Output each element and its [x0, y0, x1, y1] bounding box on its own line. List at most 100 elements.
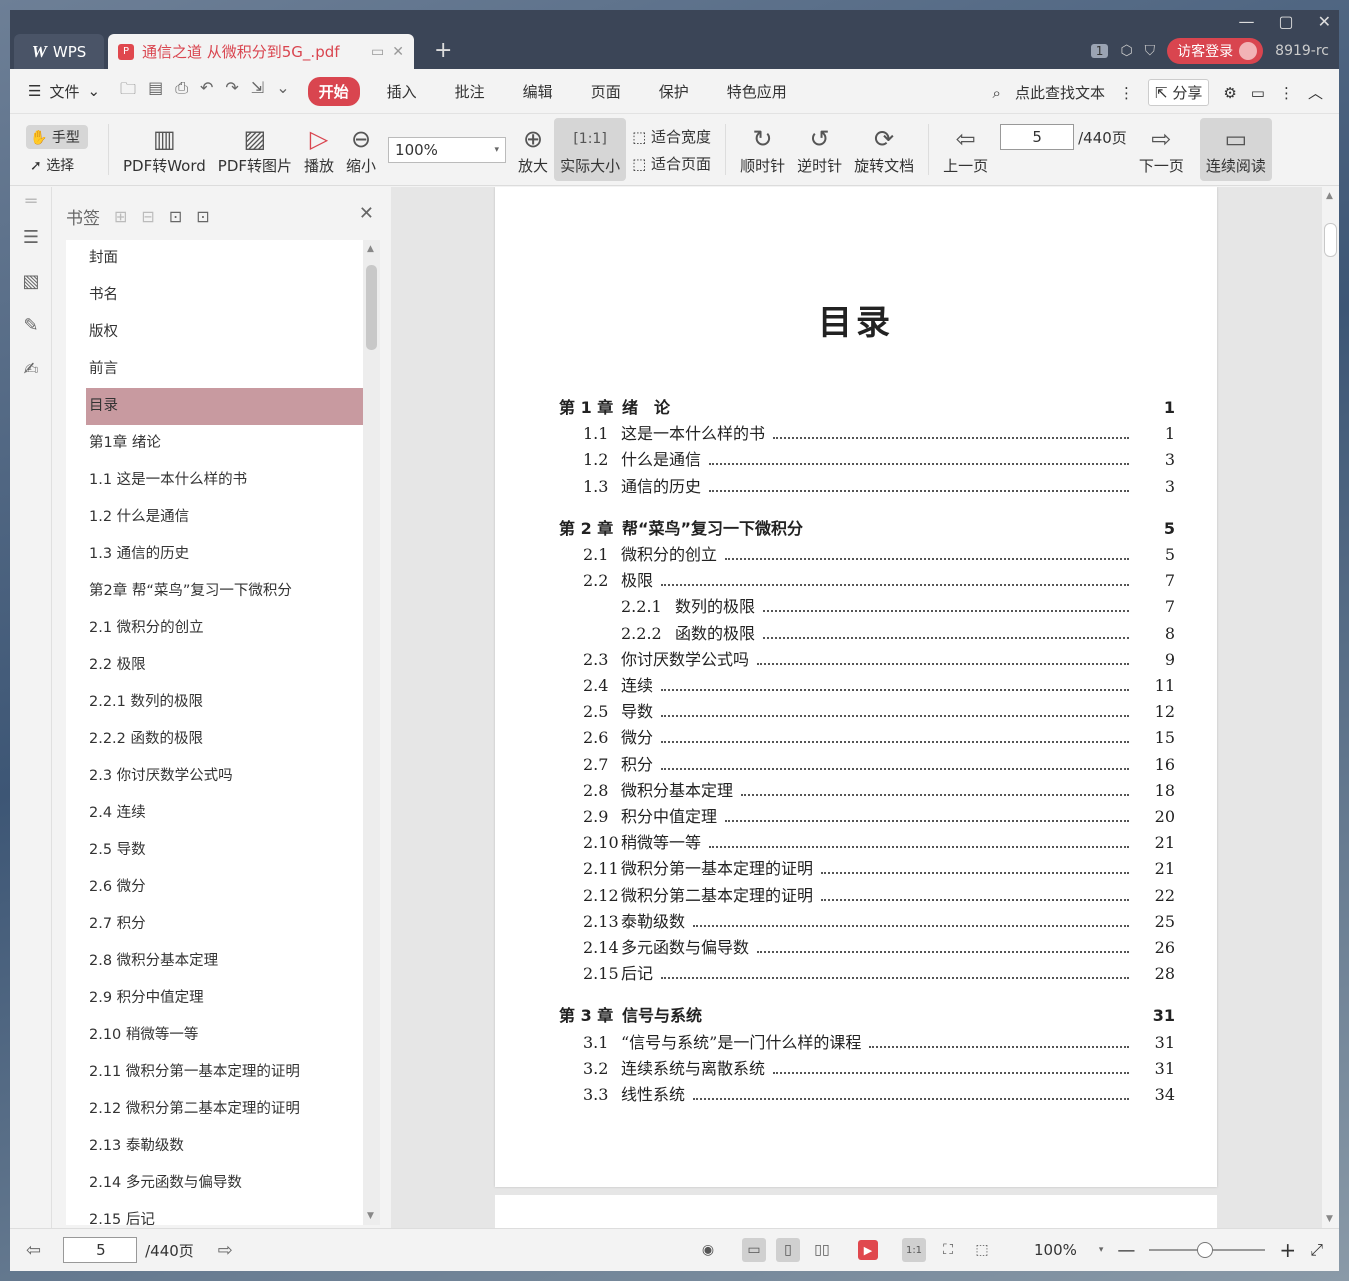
single-page-icon[interactable]: ▯ — [776, 1238, 800, 1262]
bookmark-scrollbar[interactable]: ▲ ▼ — [363, 240, 380, 1225]
file-menu[interactable]: ☰ 文件 ⌄ — [28, 81, 100, 102]
print-icon[interactable]: ⎙ — [175, 78, 188, 105]
annotation-icon[interactable]: ✎ — [10, 303, 52, 347]
bookmark-item[interactable]: 2.5 导数 — [66, 832, 363, 869]
toc-section-row[interactable]: 2.7 积分 16 — [559, 751, 1175, 777]
toc-section-row[interactable]: 2.1 微积分的创立 5 — [559, 541, 1175, 567]
scroll-up-icon[interactable]: ▲ — [1326, 191, 1333, 201]
bookmark-list-icon[interactable]: ☰ — [10, 215, 52, 259]
previous-page-button[interactable]: ⇦ 上一页 — [937, 114, 994, 185]
bookmark-item[interactable]: 第1章 绪论 — [66, 425, 363, 462]
bookmark-item[interactable]: 封面 — [66, 240, 363, 277]
toc-section-row[interactable]: 3.3 线性系统 34 — [559, 1081, 1175, 1107]
settings-gear-icon[interactable]: ⚙ — [1223, 84, 1236, 102]
bookmark-item[interactable]: 2.11 微积分第一基本定理的证明 — [66, 1054, 363, 1091]
actual-size-button[interactable]: [1:1] 实际大小 — [554, 118, 627, 181]
bookmark-scroll-thumb[interactable] — [366, 265, 377, 350]
toc-section-row[interactable]: 2.8 微积分基本定理 18 — [559, 777, 1175, 803]
eye-protection-icon[interactable]: ◉ — [696, 1238, 720, 1262]
toc-section-row[interactable]: 3.1 “信号与系统”是一门什么样的课程 31 — [559, 1029, 1175, 1055]
toc-section-row[interactable]: 2.4 连续 11 — [559, 672, 1175, 698]
fit-page-button[interactable]: ⬚ 适合页面 — [632, 153, 711, 174]
bookmark-item[interactable]: 2.3 你讨厌数学公式吗 — [66, 758, 363, 795]
menu-annotate[interactable]: 批注 — [444, 77, 496, 106]
bookmark-options-icon[interactable]: ⊡ — [196, 207, 209, 226]
fit-page-status-icon[interactable]: ⛶ — [936, 1238, 960, 1262]
toc-section-row[interactable]: 2.2.1 数列的极限 7 — [559, 593, 1175, 619]
toc-chapter-row[interactable]: 第 1 章绪 论 1 — [559, 394, 1175, 420]
continuous-view-icon[interactable]: ▭ — [742, 1238, 766, 1262]
expand-all-icon[interactable]: ⊞ — [114, 207, 127, 226]
toc-section-row[interactable]: 1.1 这是一本什么样的书 1 — [559, 420, 1175, 446]
menu-page[interactable]: 页面 — [580, 77, 632, 106]
bookmark-item[interactable]: 2.8 微积分基本定理 — [66, 943, 363, 980]
zoom-slider-knob[interactable] — [1197, 1242, 1214, 1258]
zoom-in-button[interactable]: ⊕ 放大 — [512, 114, 554, 185]
two-page-icon[interactable]: ▯▯ — [810, 1238, 834, 1262]
bookmark-item[interactable]: 2.2.2 函数的极限 — [66, 721, 363, 758]
bookmark-item[interactable]: 目录 — [86, 388, 363, 425]
menu-insert[interactable]: 插入 — [376, 77, 428, 106]
tab-document[interactable]: P 通信之道 从微积分到5G_.pdf ▭ ✕ — [108, 34, 414, 69]
share-button[interactable]: ⇱ 分享 — [1147, 79, 1210, 106]
minimize-icon[interactable]: — — [1238, 12, 1254, 31]
rotate-clockwise-button[interactable]: ↻ 顺时针 — [734, 114, 791, 185]
toc-chapter-row[interactable]: 第 2 章帮“菜鸟”复习一下微积分 5 — [559, 515, 1175, 541]
toc-section-row[interactable]: 2.3 你讨厌数学公式吗 9 — [559, 646, 1175, 672]
pdf-to-image-button[interactable]: ▨ PDF转图片 — [212, 114, 298, 185]
play-button[interactable]: ▷ 播放 — [298, 114, 340, 185]
select-tool-button[interactable]: ➚ 选择 — [26, 155, 100, 175]
toc-section-row[interactable]: 2.11 微积分第一基本定理的证明 21 — [559, 855, 1175, 881]
fullscreen-icon[interactable]: ⤢ — [1310, 1240, 1323, 1260]
more-options-icon[interactable]: ⋮ — [1279, 84, 1294, 102]
add-bookmark-icon[interactable]: ⊡ — [169, 207, 182, 226]
scroll-up-icon[interactable]: ▲ — [367, 244, 374, 254]
actual-size-status-icon[interactable]: 1:1 — [902, 1238, 926, 1262]
document-scrollbar[interactable]: ▲ ▼ — [1322, 187, 1339, 1228]
next-page-button[interactable]: ⇨ 下一页 — [1133, 114, 1190, 185]
open-folder-icon[interactable]: 🗀 — [120, 78, 136, 105]
thumbnail-image-icon[interactable]: ▧ — [10, 259, 52, 303]
bookmark-item[interactable]: 2.12 微积分第二基本定理的证明 — [66, 1091, 363, 1128]
toc-section-row[interactable]: 2.6 微分 15 — [559, 724, 1175, 750]
zoom-plus-icon[interactable]: + — [1279, 1238, 1296, 1262]
bookmark-item[interactable]: 第2章 帮“菜鸟”复习一下微积分 — [66, 573, 363, 610]
bookmark-item[interactable]: 版权 — [66, 314, 363, 351]
menu-edit[interactable]: 编辑 — [512, 77, 564, 106]
new-tab-plus-icon[interactable]: + — [434, 38, 452, 63]
tab-wps-home[interactable]: W WPS — [14, 34, 104, 69]
redo-icon[interactable]: ↷ — [225, 78, 238, 105]
bookmark-item[interactable]: 1.2 什么是通信 — [66, 499, 363, 536]
collapse-all-icon[interactable]: ⊟ — [141, 207, 154, 226]
menu-special[interactable]: 特色应用 — [716, 77, 798, 106]
bookmark-item[interactable]: 1.3 通信的历史 — [66, 536, 363, 573]
rotate-counterclockwise-button[interactable]: ↺ 逆时针 — [791, 114, 848, 185]
continuous-reading-button[interactable]: ▭ 连续阅读 — [1199, 118, 1272, 181]
close-tab-icon[interactable]: ✕ — [392, 44, 404, 60]
bookmark-item[interactable]: 2.2 极限 — [66, 647, 363, 684]
toc-section-row[interactable]: 2.9 积分中值定理 20 — [559, 803, 1175, 829]
undo-icon[interactable]: ↶ — [200, 78, 213, 105]
zoom-out-button[interactable]: ⊖ 缩小 — [340, 114, 382, 185]
monitor-icon[interactable]: ▭ — [371, 44, 384, 60]
bookmark-item[interactable]: 2.10 稍微等一等 — [66, 1017, 363, 1054]
bookmark-item[interactable]: 1.1 这是一本什么样的书 — [66, 462, 363, 499]
save-icon[interactable]: ▤ — [148, 78, 163, 105]
toc-section-row[interactable]: 1.2 什么是通信 3 — [559, 446, 1175, 472]
bookmark-item[interactable]: 2.15 后记 — [66, 1202, 363, 1225]
status-zoom-value[interactable]: 100% — [1034, 1241, 1077, 1259]
toc-section-row[interactable]: 2.12 微积分第二基本定理的证明 22 — [559, 882, 1175, 908]
scroll-down-icon[interactable]: ▼ — [1326, 1214, 1333, 1224]
close-window-icon[interactable]: ✕ — [1318, 12, 1331, 31]
toc-section-row[interactable]: 1.3 通信的历史 3 — [559, 473, 1175, 499]
toc-section-row[interactable]: 2.2 极限 7 — [559, 567, 1175, 593]
bookmark-item[interactable]: 2.7 积分 — [66, 906, 363, 943]
maximize-icon[interactable]: ▢ — [1278, 12, 1293, 31]
menu-protect[interactable]: 保护 — [648, 77, 700, 106]
toc-section-row[interactable]: 2.13 泰勒级数 25 — [559, 908, 1175, 934]
skin-icon[interactable]: ⬡ — [1120, 43, 1132, 59]
toc-chapter-row[interactable]: 第 3 章信号与系统 31 — [559, 1002, 1175, 1028]
toc-section-row[interactable]: 2.10 稍微等一等 21 — [559, 829, 1175, 855]
zoom-select[interactable]: 100% ▾ — [388, 136, 507, 163]
status-next-page-icon[interactable]: ⇨ — [218, 1240, 233, 1261]
